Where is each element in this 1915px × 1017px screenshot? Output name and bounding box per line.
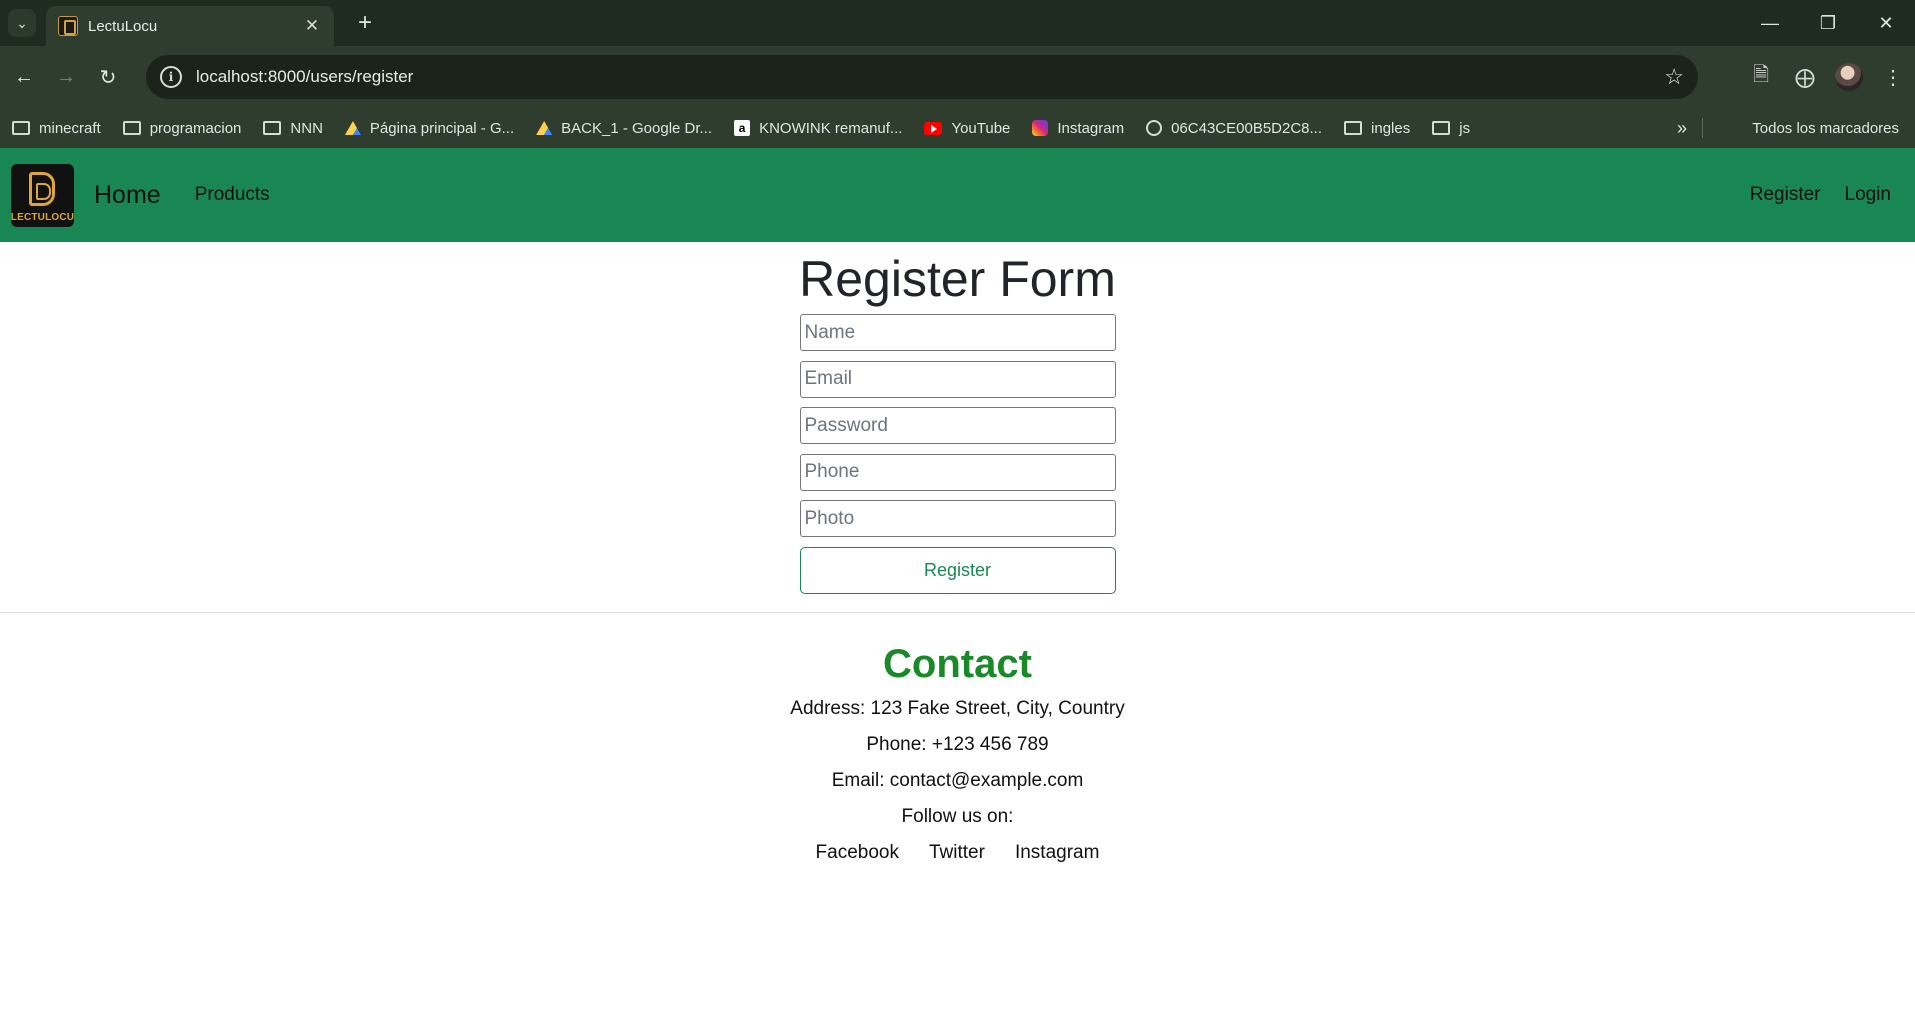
- profile-avatar[interactable]: [1835, 63, 1863, 91]
- tab-title: LectuLocu: [88, 17, 158, 35]
- nav-auth-links: Register Login: [1726, 148, 1891, 242]
- folder-icon: [1344, 121, 1363, 135]
- amazon-icon: a: [734, 120, 751, 136]
- logo-book-icon: [29, 171, 55, 206]
- browser-toolbar: ← → ↻ i localhost:8000/users/register ☆ …: [0, 46, 1915, 108]
- bookmark-item[interactable]: Página principal - G...: [344, 120, 514, 137]
- new-tab-plus-icon[interactable]: +: [352, 9, 378, 36]
- bookmark-item[interactable]: Instagram: [1032, 120, 1124, 137]
- menu-kebab-icon[interactable]: ⋮: [1871, 65, 1915, 90]
- all-bookmarks-button[interactable]: Todos los marcadores: [1743, 120, 1899, 137]
- bookmark-item[interactable]: NNN: [263, 120, 323, 137]
- contact-address: Address: 123 Fake Street, City, Country: [790, 698, 1125, 719]
- bookmark-item[interactable]: programacion: [122, 120, 241, 137]
- bookmarks-bar: minecraft programacion NNN Página princi…: [0, 108, 1915, 148]
- password-input[interactable]: [799, 407, 1116, 444]
- nav-products-link[interactable]: Products: [195, 184, 270, 206]
- email-input[interactable]: [799, 360, 1116, 398]
- tab-search-chevron-icon[interactable]: ⌄: [8, 9, 36, 37]
- bookmark-item[interactable]: a KNOWINK remanuf...: [734, 120, 902, 137]
- twitter-link[interactable]: Twitter: [929, 835, 985, 871]
- youtube-icon: [924, 121, 943, 135]
- window-controls: — ❐ ✕: [1741, 0, 1915, 46]
- more-bookmarks-chevron-icon[interactable]: »: [1677, 118, 1687, 139]
- browser-tabstrip: ⌄ LectuLocu ✕ + — ❐ ✕: [0, 0, 1915, 46]
- minimize-icon[interactable]: —: [1741, 0, 1799, 46]
- nav-home-link[interactable]: Home: [94, 181, 161, 210]
- site-info-icon[interactable]: i: [160, 66, 182, 88]
- url-text[interactable]: localhost:8000/users/register: [196, 67, 1664, 87]
- site-navbar: LECTULOCU Home Products Register Login: [0, 148, 1915, 242]
- bookmark-item[interactable]: BACK_1 - Google Dr...: [536, 120, 712, 137]
- register-button[interactable]: Register: [799, 546, 1116, 594]
- page-title: Register Form: [799, 251, 1116, 307]
- phone-input[interactable]: [799, 453, 1116, 491]
- bookmark-item[interactable]: minecraft: [12, 120, 101, 137]
- page-document-icon[interactable]: 🗎: [1739, 60, 1783, 94]
- logo-text: LECTULOCU: [11, 211, 74, 223]
- photo-input[interactable]: [799, 500, 1116, 537]
- extensions-puzzle-icon[interactable]: ⨁: [1783, 65, 1827, 90]
- close-tab-icon[interactable]: ✕: [302, 16, 322, 36]
- bookmark-item[interactable]: js: [1432, 120, 1470, 137]
- social-links: Facebook Twitter Instagram: [816, 835, 1100, 871]
- back-arrow-icon[interactable]: ←: [6, 59, 42, 95]
- bookmark-item[interactable]: YouTube: [924, 120, 1010, 137]
- instagram-icon: [1032, 120, 1049, 136]
- address-bar[interactable]: i localhost:8000/users/register ☆: [146, 55, 1698, 99]
- folder-icon: [263, 121, 282, 135]
- register-form: Register: [799, 314, 1116, 594]
- bookmark-star-icon[interactable]: ☆: [1664, 64, 1684, 90]
- register-section: Register Form Register: [0, 242, 1915, 613]
- toolbar-right-actions: 🗎 ⨁ ⋮: [1739, 46, 1915, 108]
- bookmarks-divider: [1702, 118, 1703, 138]
- browser-tab-active[interactable]: LectuLocu ✕: [46, 6, 334, 46]
- site-favicon-icon: [58, 16, 78, 36]
- folder-icon: [12, 121, 30, 135]
- google-drive-icon: [344, 121, 361, 135]
- site-logo[interactable]: LECTULOCU: [11, 163, 74, 227]
- forward-arrow-icon[interactable]: →: [48, 59, 84, 95]
- globe-icon: [1146, 120, 1163, 136]
- contact-phone: Phone: +123 456 789: [866, 734, 1049, 755]
- follow-us-label: Follow us on:: [901, 806, 1014, 827]
- folder-icon: [1432, 121, 1451, 135]
- contact-title: Contact: [883, 642, 1032, 686]
- name-input[interactable]: [799, 314, 1116, 351]
- nav-register-link[interactable]: Register: [1750, 184, 1821, 206]
- contact-footer: Contact Address: 123 Fake Street, City, …: [0, 613, 1915, 871]
- folder-icon: [122, 121, 141, 135]
- facebook-link[interactable]: Facebook: [816, 835, 899, 871]
- restore-icon[interactable]: ❐: [1799, 0, 1857, 46]
- contact-email: Email: contact@example.com: [831, 770, 1084, 791]
- reload-icon[interactable]: ↻: [90, 59, 126, 95]
- nav-login-link[interactable]: Login: [1845, 184, 1892, 206]
- google-drive-icon: [536, 121, 553, 135]
- bookmark-item[interactable]: 06C43CE00B5D2C8...: [1146, 120, 1322, 137]
- bookmark-item[interactable]: ingles: [1344, 120, 1410, 137]
- instagram-link[interactable]: Instagram: [1015, 835, 1099, 871]
- close-window-icon[interactable]: ✕: [1857, 0, 1915, 46]
